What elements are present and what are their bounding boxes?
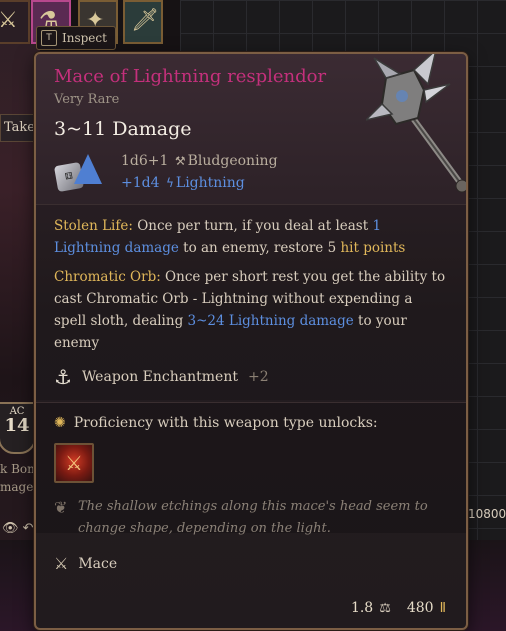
enchantment-label: Weapon Enchantment [81,369,238,385]
item-footer: 1.8 ⚖ 480 Ⅱ [351,600,446,616]
weapon-enchantment: ⚓ Weapon Enchantment +2 [54,365,269,389]
item-tooltip: Mace of Lightning resplendor Very Rare 3… [34,52,468,630]
proficiency-label: Proficiency with this weapon type unlock… [73,415,378,431]
armor-class-badge: AC 14 [0,402,36,454]
damage-type-2: Lightning [175,175,245,191]
weapon-icon: ⚔ [0,8,18,33]
item-name: Mace of Lightning resplendor [54,66,327,87]
weapon-type-label: Mace [78,555,118,572]
gold-value: 480 [406,600,434,616]
lightning-icon: ϟ [165,176,174,190]
sword-icon: 🗡 [131,8,159,33]
chromatic-orb-property: Chromatic Orb: Once per short rest you g… [54,269,446,351]
weapon-action-tile[interactable]: ⚔ [54,443,94,483]
enchantment-value: +2 [247,369,269,385]
key-t-icon: T [41,30,57,46]
weight-value: 1.8 [350,600,374,616]
mace-illustration [366,54,466,193]
eye-icon[interactable]: 👁 [2,521,19,536]
damage-title: 3~11 Damage [54,118,192,140]
hit-points-link[interactable]: hit points [340,240,405,256]
chromatic-orb-name: Chromatic Orb: [54,269,161,285]
character-action-icons: 👁 ↶ [2,521,34,536]
undo-icon[interactable]: ↶ [23,521,34,536]
gear-icon: ✺ [54,415,66,431]
lightning-damage-link[interactable]: 3~24 Lightning damage [188,313,354,329]
damage-roll-2: +1d4 [121,175,160,191]
inspect-hint-button[interactable]: T Inspect [36,26,116,50]
stolen-life-name: Stolen Life: [54,218,133,234]
mace-icon [366,54,466,193]
damage-roll-1: 1d6+1 [121,153,169,169]
inventory-slot[interactable]: 🗡 [123,0,163,44]
inventory-slot[interactable]: ⚔ [0,0,30,44]
weight-icon: ⚖ [379,600,391,616]
crossed-weapons-icon: ⚔ [54,554,69,573]
party-gold-total: 10800 [468,507,506,521]
feather-icon: ❦ [54,498,68,517]
hammer-icon: ⚒ [174,154,186,168]
item-rarity: Very Rare [54,92,120,107]
proficiency-section: ✺ Proficiency with this weapon type unlo… [36,402,466,536]
ac-value: 14 [4,415,30,436]
flavor-text: The shallow etchings along this mace's h… [78,499,428,536]
stolen-life-property: Stolen Life: Once per turn, if you deal … [54,218,406,256]
damage-roll-secondary: +1d4 ϟ Lightning [121,175,245,191]
proficiency-header: ✺ Proficiency with this weapon type unlo… [54,415,378,431]
d4-dice-icon [74,154,102,184]
weapon-type: ⚔ Mace [54,554,117,573]
gold-coin-icon: Ⅱ [439,600,446,616]
damage-dice: ⚅ [53,154,108,198]
damage-roll-primary: 1d6+1 ⚒ Bludgeoning [121,153,278,169]
anvil-icon: ⚓ [54,365,72,389]
partial-item-name: k Bon [0,462,35,476]
damage-type-1: Bludgeoning [187,153,278,169]
partial-item-damage: mage [0,480,34,494]
inspect-label: Inspect [62,31,107,45]
item-properties: Stolen Life: Once per turn, if you deal … [36,204,466,400]
